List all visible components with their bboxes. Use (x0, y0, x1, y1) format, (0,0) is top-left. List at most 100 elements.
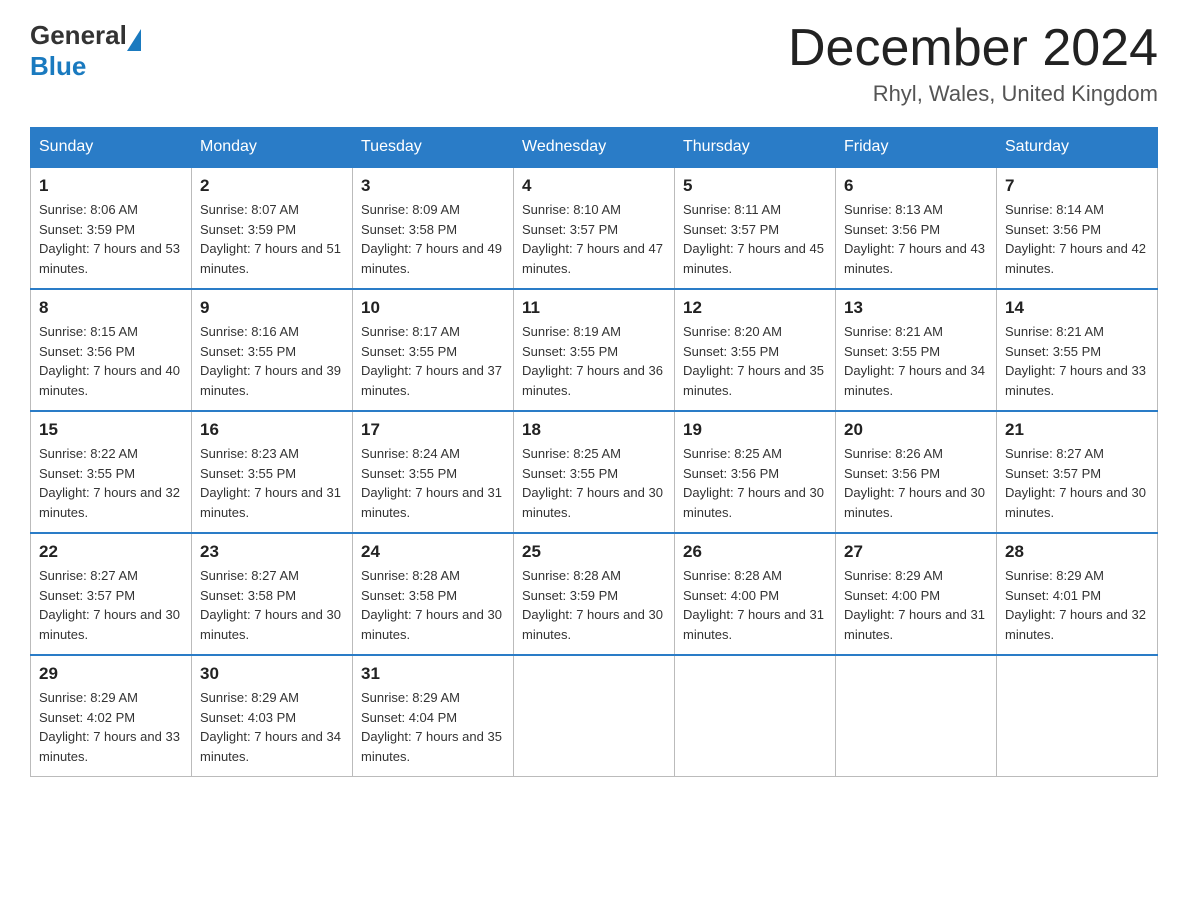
location-title: Rhyl, Wales, United Kingdom (788, 81, 1158, 107)
day-info: Sunrise: 8:14 AMSunset: 3:56 PMDaylight:… (1005, 200, 1149, 278)
calendar-cell: 2 Sunrise: 8:07 AMSunset: 3:59 PMDayligh… (192, 167, 353, 289)
weekday-header-wednesday: Wednesday (514, 128, 675, 168)
calendar-cell: 8 Sunrise: 8:15 AMSunset: 3:56 PMDayligh… (31, 289, 192, 411)
day-number: 15 (39, 420, 183, 440)
calendar-cell: 25 Sunrise: 8:28 AMSunset: 3:59 PMDaylig… (514, 533, 675, 655)
day-info: Sunrise: 8:29 AMSunset: 4:02 PMDaylight:… (39, 688, 183, 766)
day-info: Sunrise: 8:16 AMSunset: 3:55 PMDaylight:… (200, 322, 344, 400)
calendar-cell: 7 Sunrise: 8:14 AMSunset: 3:56 PMDayligh… (997, 167, 1158, 289)
day-number: 28 (1005, 542, 1149, 562)
calendar-cell (997, 655, 1158, 777)
day-number: 29 (39, 664, 183, 684)
day-number: 23 (200, 542, 344, 562)
day-number: 6 (844, 176, 988, 196)
day-number: 31 (361, 664, 505, 684)
day-number: 14 (1005, 298, 1149, 318)
week-row-2: 8 Sunrise: 8:15 AMSunset: 3:56 PMDayligh… (31, 289, 1158, 411)
calendar-cell (675, 655, 836, 777)
calendar-cell: 11 Sunrise: 8:19 AMSunset: 3:55 PMDaylig… (514, 289, 675, 411)
calendar-cell: 19 Sunrise: 8:25 AMSunset: 3:56 PMDaylig… (675, 411, 836, 533)
day-info: Sunrise: 8:21 AMSunset: 3:55 PMDaylight:… (844, 322, 988, 400)
calendar-cell: 24 Sunrise: 8:28 AMSunset: 3:58 PMDaylig… (353, 533, 514, 655)
day-number: 12 (683, 298, 827, 318)
weekday-header-saturday: Saturday (997, 128, 1158, 168)
logo-text-blue: Blue (30, 51, 141, 82)
calendar-cell: 3 Sunrise: 8:09 AMSunset: 3:58 PMDayligh… (353, 167, 514, 289)
day-info: Sunrise: 8:25 AMSunset: 3:56 PMDaylight:… (683, 444, 827, 522)
weekday-header-friday: Friday (836, 128, 997, 168)
logo: General Blue (30, 20, 141, 82)
calendar-cell: 15 Sunrise: 8:22 AMSunset: 3:55 PMDaylig… (31, 411, 192, 533)
week-row-4: 22 Sunrise: 8:27 AMSunset: 3:57 PMDaylig… (31, 533, 1158, 655)
calendar-cell: 12 Sunrise: 8:20 AMSunset: 3:55 PMDaylig… (675, 289, 836, 411)
calendar-cell: 23 Sunrise: 8:27 AMSunset: 3:58 PMDaylig… (192, 533, 353, 655)
calendar-cell: 27 Sunrise: 8:29 AMSunset: 4:00 PMDaylig… (836, 533, 997, 655)
day-number: 1 (39, 176, 183, 196)
day-info: Sunrise: 8:27 AMSunset: 3:57 PMDaylight:… (39, 566, 183, 644)
calendar-cell: 30 Sunrise: 8:29 AMSunset: 4:03 PMDaylig… (192, 655, 353, 777)
day-info: Sunrise: 8:29 AMSunset: 4:00 PMDaylight:… (844, 566, 988, 644)
calendar-cell (514, 655, 675, 777)
day-number: 25 (522, 542, 666, 562)
day-info: Sunrise: 8:28 AMSunset: 3:58 PMDaylight:… (361, 566, 505, 644)
calendar-cell: 1 Sunrise: 8:06 AMSunset: 3:59 PMDayligh… (31, 167, 192, 289)
calendar-cell: 13 Sunrise: 8:21 AMSunset: 3:55 PMDaylig… (836, 289, 997, 411)
calendar-cell: 20 Sunrise: 8:26 AMSunset: 3:56 PMDaylig… (836, 411, 997, 533)
week-row-3: 15 Sunrise: 8:22 AMSunset: 3:55 PMDaylig… (31, 411, 1158, 533)
logo-text-general: General (30, 20, 127, 51)
day-info: Sunrise: 8:27 AMSunset: 3:58 PMDaylight:… (200, 566, 344, 644)
calendar-cell: 14 Sunrise: 8:21 AMSunset: 3:55 PMDaylig… (997, 289, 1158, 411)
week-row-1: 1 Sunrise: 8:06 AMSunset: 3:59 PMDayligh… (31, 167, 1158, 289)
day-info: Sunrise: 8:09 AMSunset: 3:58 PMDaylight:… (361, 200, 505, 278)
page-header: General Blue December 2024 Rhyl, Wales, … (30, 20, 1158, 107)
day-info: Sunrise: 8:13 AMSunset: 3:56 PMDaylight:… (844, 200, 988, 278)
day-number: 27 (844, 542, 988, 562)
day-number: 3 (361, 176, 505, 196)
day-number: 2 (200, 176, 344, 196)
day-info: Sunrise: 8:06 AMSunset: 3:59 PMDaylight:… (39, 200, 183, 278)
day-info: Sunrise: 8:24 AMSunset: 3:55 PMDaylight:… (361, 444, 505, 522)
day-info: Sunrise: 8:28 AMSunset: 4:00 PMDaylight:… (683, 566, 827, 644)
day-number: 18 (522, 420, 666, 440)
month-title: December 2024 (788, 20, 1158, 77)
day-info: Sunrise: 8:28 AMSunset: 3:59 PMDaylight:… (522, 566, 666, 644)
day-info: Sunrise: 8:15 AMSunset: 3:56 PMDaylight:… (39, 322, 183, 400)
day-info: Sunrise: 8:10 AMSunset: 3:57 PMDaylight:… (522, 200, 666, 278)
day-info: Sunrise: 8:17 AMSunset: 3:55 PMDaylight:… (361, 322, 505, 400)
day-info: Sunrise: 8:26 AMSunset: 3:56 PMDaylight:… (844, 444, 988, 522)
calendar-cell: 10 Sunrise: 8:17 AMSunset: 3:55 PMDaylig… (353, 289, 514, 411)
day-number: 17 (361, 420, 505, 440)
calendar-cell: 29 Sunrise: 8:29 AMSunset: 4:02 PMDaylig… (31, 655, 192, 777)
logo-triangle-icon (127, 29, 141, 51)
day-number: 22 (39, 542, 183, 562)
calendar-cell (836, 655, 997, 777)
calendar-cell: 26 Sunrise: 8:28 AMSunset: 4:00 PMDaylig… (675, 533, 836, 655)
title-section: December 2024 Rhyl, Wales, United Kingdo… (788, 20, 1158, 107)
day-number: 20 (844, 420, 988, 440)
day-info: Sunrise: 8:07 AMSunset: 3:59 PMDaylight:… (200, 200, 344, 278)
calendar-cell: 28 Sunrise: 8:29 AMSunset: 4:01 PMDaylig… (997, 533, 1158, 655)
week-row-5: 29 Sunrise: 8:29 AMSunset: 4:02 PMDaylig… (31, 655, 1158, 777)
calendar-cell: 21 Sunrise: 8:27 AMSunset: 3:57 PMDaylig… (997, 411, 1158, 533)
day-info: Sunrise: 8:27 AMSunset: 3:57 PMDaylight:… (1005, 444, 1149, 522)
weekday-header-row: SundayMondayTuesdayWednesdayThursdayFrid… (31, 128, 1158, 168)
day-number: 21 (1005, 420, 1149, 440)
day-info: Sunrise: 8:11 AMSunset: 3:57 PMDaylight:… (683, 200, 827, 278)
day-info: Sunrise: 8:29 AMSunset: 4:01 PMDaylight:… (1005, 566, 1149, 644)
calendar-cell: 31 Sunrise: 8:29 AMSunset: 4:04 PMDaylig… (353, 655, 514, 777)
day-info: Sunrise: 8:29 AMSunset: 4:04 PMDaylight:… (361, 688, 505, 766)
day-number: 5 (683, 176, 827, 196)
calendar-cell: 22 Sunrise: 8:27 AMSunset: 3:57 PMDaylig… (31, 533, 192, 655)
day-info: Sunrise: 8:23 AMSunset: 3:55 PMDaylight:… (200, 444, 344, 522)
day-info: Sunrise: 8:21 AMSunset: 3:55 PMDaylight:… (1005, 322, 1149, 400)
day-info: Sunrise: 8:25 AMSunset: 3:55 PMDaylight:… (522, 444, 666, 522)
calendar-cell: 5 Sunrise: 8:11 AMSunset: 3:57 PMDayligh… (675, 167, 836, 289)
day-number: 30 (200, 664, 344, 684)
day-number: 11 (522, 298, 666, 318)
calendar-cell: 4 Sunrise: 8:10 AMSunset: 3:57 PMDayligh… (514, 167, 675, 289)
day-info: Sunrise: 8:20 AMSunset: 3:55 PMDaylight:… (683, 322, 827, 400)
day-number: 7 (1005, 176, 1149, 196)
calendar-cell: 16 Sunrise: 8:23 AMSunset: 3:55 PMDaylig… (192, 411, 353, 533)
weekday-header-tuesday: Tuesday (353, 128, 514, 168)
day-number: 8 (39, 298, 183, 318)
